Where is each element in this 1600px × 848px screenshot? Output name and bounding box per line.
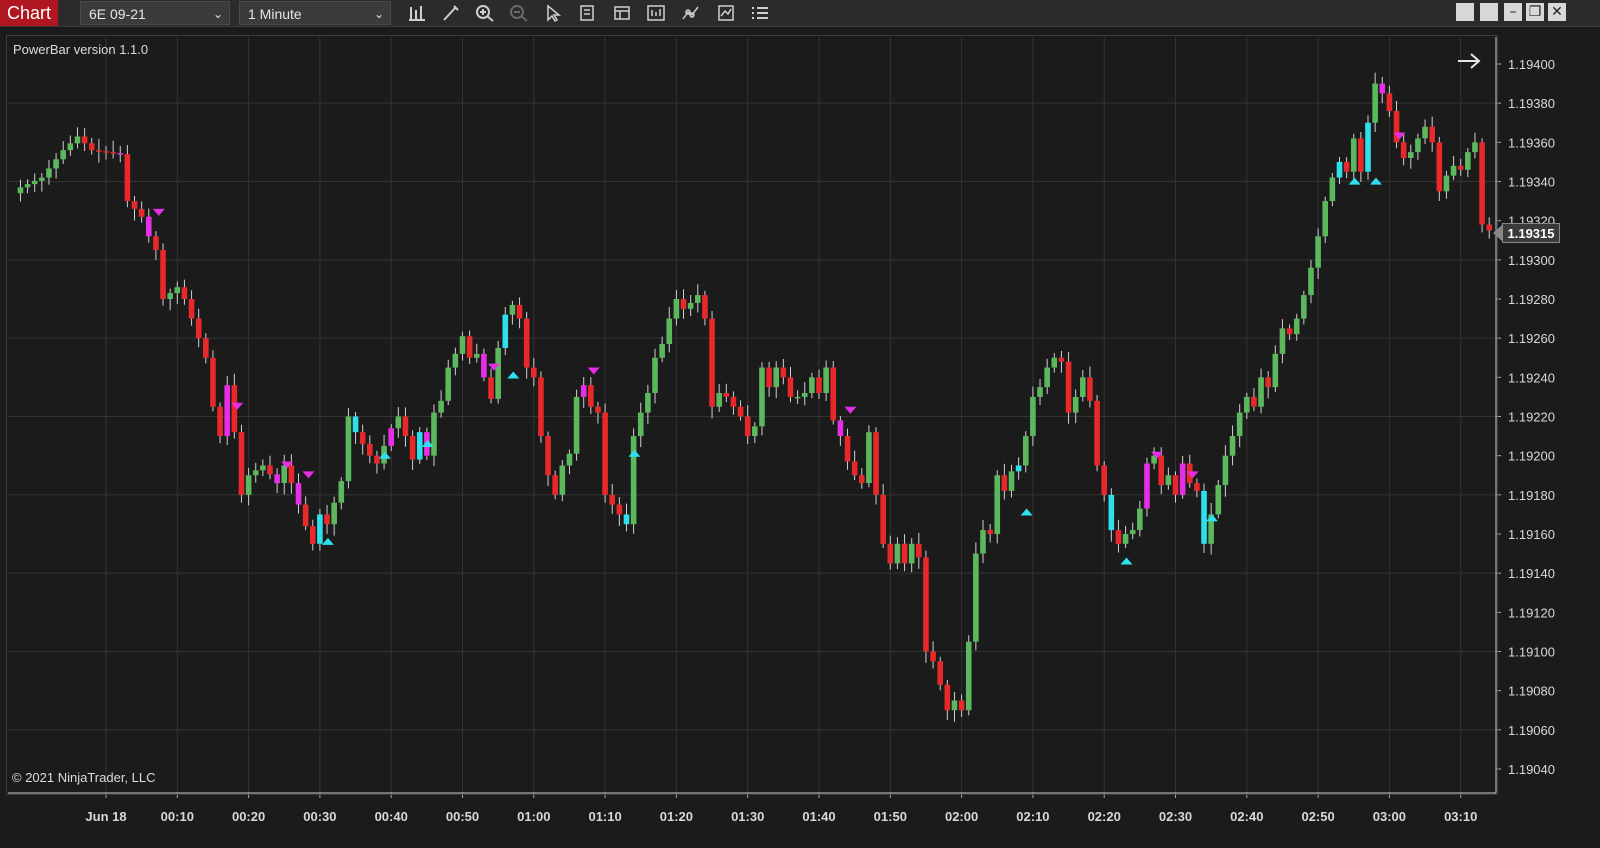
y-tick-label: 1.19260 (1508, 331, 1555, 346)
y-tick-label: 1.19140 (1508, 566, 1555, 581)
x-tick-label: 01:30 (731, 809, 764, 824)
y-tick-label: 1.19200 (1508, 449, 1555, 464)
x-tick-label: 01:20 (660, 809, 693, 824)
x-tick-label: 00:10 (161, 809, 194, 824)
current-price-marker: 1.19315 (1493, 223, 1560, 243)
x-tick-label: 02:50 (1301, 809, 1334, 824)
y-tick-label: 1.19280 (1508, 292, 1555, 307)
indicator-label: PowerBar version 1.1.0 (13, 42, 149, 57)
x-tick-label: 01:50 (874, 809, 907, 824)
y-tick-label: 1.19400 (1508, 57, 1555, 72)
x-tick-label: 01:40 (802, 809, 835, 824)
x-tick-label: 03:10 (1444, 809, 1477, 824)
y-tick-label: 1.19360 (1508, 135, 1555, 150)
y-tick-label: 1.19100 (1508, 645, 1555, 660)
x-tick-label: 03:00 (1373, 809, 1406, 824)
time-axis[interactable]: Jun 18 00:10 00:20 00:30 00:40 00:50 01:00 01:1… (8, 792, 1496, 824)
x-tick-label: 00:30 (303, 809, 336, 824)
y-tick-label: 1.19160 (1508, 527, 1555, 542)
x-tick-label: 01:10 (588, 809, 621, 824)
y-tick-label: 1.19080 (1508, 684, 1555, 699)
y-tick-label: 1.19120 (1508, 605, 1555, 620)
y-tick-label: 1.19180 (1508, 488, 1555, 503)
plot-area-frame (6, 35, 1498, 795)
x-tick-label: 02:40 (1230, 809, 1263, 824)
scroll-right-arrow-icon[interactable] (1456, 50, 1482, 72)
x-tick-label: 02:10 (1016, 809, 1049, 824)
x-tick-label: 02:20 (1088, 809, 1121, 824)
y-tick-label: 1.19340 (1508, 175, 1555, 190)
y-tick-label: 1.19240 (1508, 370, 1555, 385)
y-tick-label: 1.19300 (1508, 253, 1555, 268)
price-axis[interactable]: 1.194001.193801.193601.193401.193201.193… (1495, 37, 1555, 793)
y-tick-label: 1.19040 (1508, 762, 1555, 777)
x-tick-label: 02:30 (1159, 809, 1192, 824)
x-tick-label: 02:00 (945, 809, 978, 824)
x-tick-label: 01:00 (517, 809, 550, 824)
y-tick-label: 1.19380 (1508, 96, 1555, 111)
y-tick-label: 1.19220 (1508, 410, 1555, 425)
x-tick-label: 00:50 (446, 809, 479, 824)
x-tick-label: 00:40 (375, 809, 408, 824)
copyright-label: © 2021 NinjaTrader, LLC (12, 770, 156, 785)
x-tick-label: 00:20 (232, 809, 265, 824)
y-tick-label: 1.19060 (1508, 723, 1555, 738)
x-tick-label: Jun 18 (85, 809, 126, 824)
